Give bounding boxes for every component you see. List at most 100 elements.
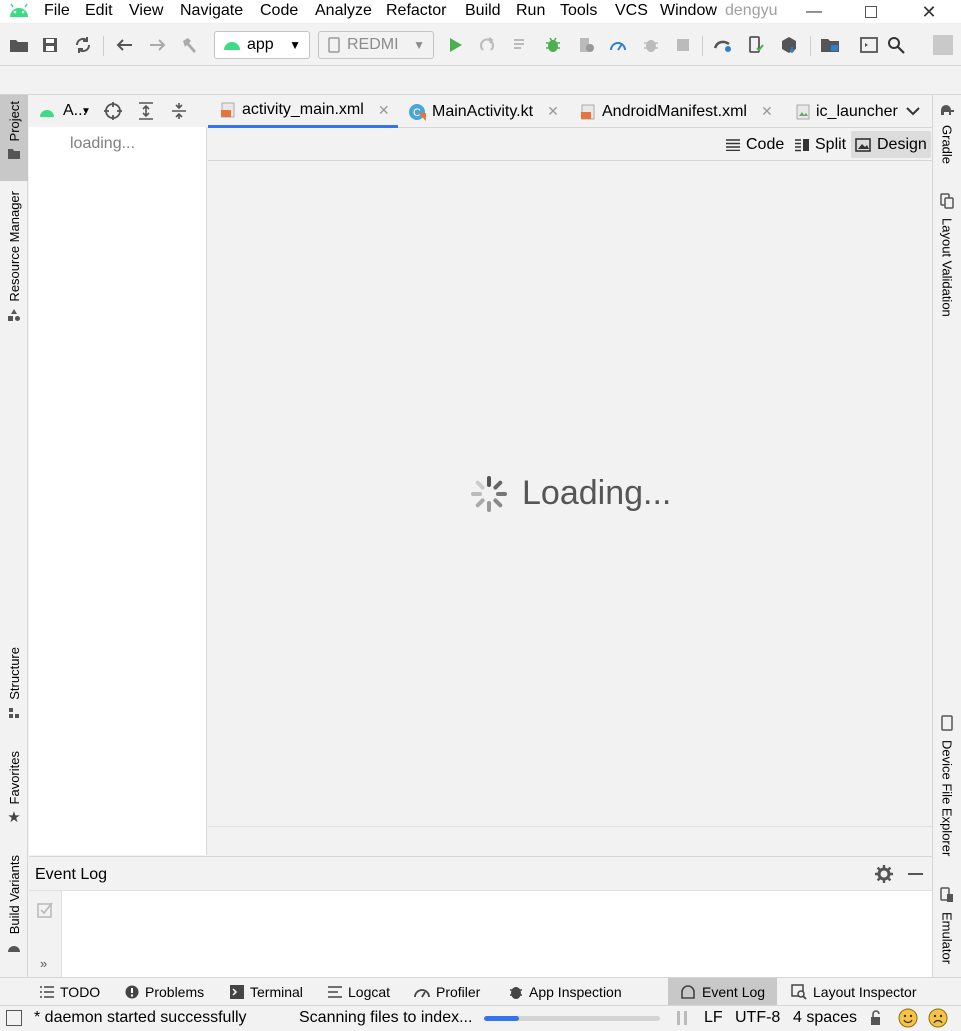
happy-feedback-icon[interactable] (898, 1008, 918, 1031)
sad-feedback-icon[interactable] (928, 1008, 948, 1031)
attach-debugger-icon[interactable] (638, 32, 664, 58)
apply-changes-icon[interactable] (475, 32, 501, 58)
tool-tab-resource-manager[interactable]: Resource Manager (0, 191, 28, 341)
editor-view-mode-bar: Code Split Design (208, 128, 932, 161)
line-separator-select[interactable]: LF (704, 1009, 723, 1027)
run-configuration-select[interactable]: app ▼ (214, 31, 310, 59)
menu-file[interactable]: File (44, 2, 70, 20)
menu-view[interactable]: View (129, 2, 163, 20)
design-editor-canvas[interactable]: Loading... (208, 161, 932, 826)
chevron-down-icon[interactable]: ▼ (81, 106, 91, 117)
editor-tabs: activity_main.xml ✕ C MainActivity.kt ✕ … (208, 95, 932, 128)
sync-gradle-icon[interactable] (710, 32, 736, 58)
tab-mainactivity-kt[interactable]: C MainActivity.kt ✕ (404, 95, 559, 128)
tab-label: AndroidManifest.xml (602, 102, 747, 120)
toggle-tool-windows-icon[interactable] (6, 1010, 22, 1026)
open-folder-icon[interactable] (6, 32, 32, 58)
tab-label: activity_main.xml (242, 101, 364, 118)
menu-run[interactable]: Run (516, 2, 545, 20)
terminal-window-icon[interactable] (856, 32, 882, 58)
split-mode-icon (795, 139, 809, 152)
tab-overflow-chevron-icon[interactable] (906, 103, 920, 121)
code-mode-button[interactable]: Code (726, 134, 784, 156)
tab-androidmanifest-xml[interactable]: AndroidManifest.xml ✕ (578, 95, 773, 128)
phone-icon (328, 37, 340, 53)
coverage-icon[interactable] (573, 32, 599, 58)
search-icon[interactable] (883, 32, 909, 58)
menu-refactor[interactable]: Refactor (386, 2, 446, 20)
menu-window[interactable]: Window (660, 2, 717, 20)
tool-tab-project[interactable]: Project (0, 95, 28, 181)
menu-build[interactable]: Build (465, 2, 501, 20)
run-icon[interactable] (442, 32, 468, 58)
event-log-panel: Event Log » (29, 856, 932, 978)
locate-icon[interactable] (104, 102, 122, 125)
project-panel-header: A... ▼ (29, 95, 207, 127)
menu-vcs[interactable]: VCS (615, 2, 648, 20)
menu-edit[interactable]: Edit (85, 2, 113, 20)
close-tab-icon[interactable]: ✕ (547, 103, 559, 120)
profile-icon[interactable] (605, 32, 631, 58)
sdk-manager-icon[interactable] (776, 32, 802, 58)
mark-all-read-icon[interactable] (37, 901, 55, 924)
background-task-text[interactable]: Scanning files to index... (299, 1009, 472, 1027)
tool-tab-event-log[interactable]: Event Log (668, 978, 777, 1006)
hide-panel-icon[interactable] (908, 873, 923, 875)
lock-icon[interactable] (869, 1010, 885, 1031)
tool-tab-todo[interactable]: TODO (40, 978, 100, 1006)
collapse-all-icon[interactable] (170, 102, 188, 125)
split-mode-button[interactable]: Split (795, 134, 846, 156)
tab-activity-main-xml[interactable]: activity_main.xml ✕ (208, 95, 398, 128)
maximize-button[interactable] (847, 0, 895, 24)
tool-tab-build-variants[interactable]: Build Variants (0, 855, 28, 965)
forward-arrow-icon[interactable] (145, 32, 171, 58)
tool-tab-problems-label: Problems (145, 984, 205, 1000)
tool-tab-layout-validation[interactable]: Layout Validation (933, 193, 961, 333)
design-mode-button[interactable]: Design (851, 131, 931, 158)
tab-ic-launcher[interactable]: ic_launcher (796, 95, 900, 128)
device-select[interactable]: REDMI ▼ (318, 31, 434, 59)
sync-icon[interactable] (70, 32, 96, 58)
file-encoding-select[interactable]: UTF-8 (735, 1009, 780, 1027)
tool-tab-favorites[interactable]: Favorites ★ (0, 751, 28, 831)
tool-tab-layout-inspector[interactable]: Layout Inspector (791, 978, 917, 1006)
expand-all-icon[interactable] (137, 102, 155, 125)
project-structure-icon[interactable] (817, 32, 843, 58)
build-hammer-icon[interactable] (176, 32, 202, 58)
more-chevron-icon[interactable]: » (40, 956, 47, 971)
tool-tab-emulator[interactable]: Emulator (933, 887, 961, 967)
close-tab-icon[interactable]: ✕ (378, 102, 390, 119)
tool-tab-profiler[interactable]: Profiler (414, 978, 480, 1006)
minimize-button[interactable]: — (790, 0, 838, 24)
toolbar-separator (103, 36, 104, 56)
debug-icon[interactable] (540, 32, 566, 58)
tool-tab-logcat[interactable]: Logcat (328, 978, 390, 1006)
save-all-icon[interactable] (37, 32, 63, 58)
emulator-icon (940, 887, 954, 908)
xml-file-icon (221, 102, 235, 118)
tool-tab-structure[interactable]: Structure (0, 647, 28, 727)
menu-navigate[interactable]: Navigate (180, 2, 243, 20)
tool-tab-app-inspection[interactable]: App Inspection (509, 978, 622, 1006)
indent-select[interactable]: 4 spaces (793, 1009, 857, 1027)
event-log-title: Event Log (35, 866, 108, 883)
tool-tab-gradle[interactable]: Gradle (933, 103, 961, 173)
tool-tab-problems[interactable]: Problems (125, 978, 204, 1006)
apply-code-changes-icon[interactable] (508, 32, 534, 58)
tool-tab-terminal[interactable]: Terminal (230, 978, 303, 1006)
window-title-user: dengyu (725, 2, 778, 19)
stop-icon[interactable] (670, 32, 696, 58)
gear-icon[interactable] (875, 865, 893, 888)
user-avatar[interactable] (930, 32, 956, 58)
menu-code[interactable]: Code (260, 2, 298, 20)
back-arrow-icon[interactable] (111, 32, 137, 58)
tool-tab-device-file-explorer[interactable]: Device File Explorer (933, 715, 961, 865)
close-window-button[interactable]: ✕ (905, 0, 953, 24)
status-message[interactable]: * daemon started successfully (34, 1009, 247, 1027)
loading-text: Loading... (522, 474, 672, 512)
menu-tools[interactable]: Tools (560, 2, 597, 20)
device-manager-icon[interactable] (743, 32, 769, 58)
close-tab-icon[interactable]: ✕ (761, 103, 773, 120)
pause-indexing-icon[interactable] (676, 1010, 688, 1031)
menu-analyze[interactable]: Analyze (315, 2, 372, 20)
